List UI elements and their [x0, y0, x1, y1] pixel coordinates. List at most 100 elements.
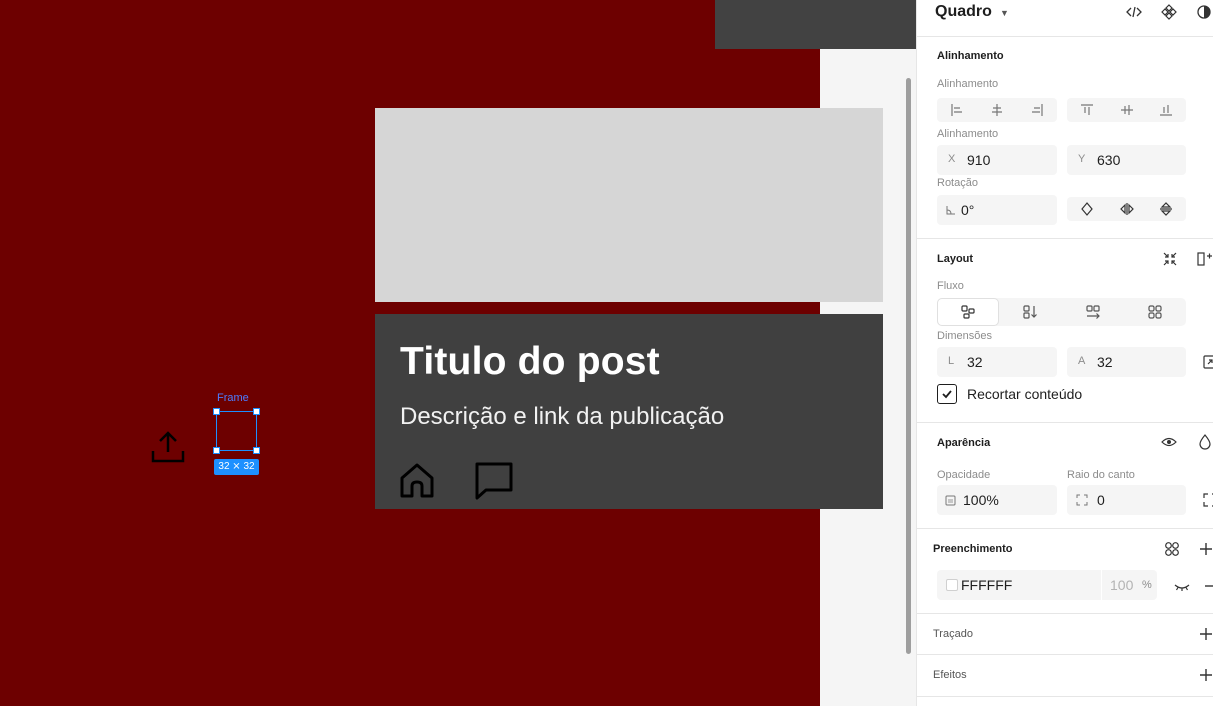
opacity-field[interactable]: 100% [937, 485, 1057, 515]
component-icon[interactable] [1161, 4, 1177, 20]
section-title-effects[interactable]: Efeitos [933, 669, 967, 681]
home-icon[interactable] [397, 460, 437, 500]
flow-vertical-button[interactable] [999, 298, 1061, 326]
eye-closed-icon[interactable] [1174, 578, 1190, 594]
section-title-appearance: Aparência [937, 437, 991, 449]
opacity-icon [945, 495, 956, 506]
flow-selector [937, 298, 1186, 326]
position-label: Alinhamento [937, 128, 999, 140]
collapse-icon[interactable] [1162, 251, 1178, 267]
x-value[interactable]: 910 [967, 152, 990, 168]
dark-block[interactable] [715, 0, 916, 49]
independent-corners-icon[interactable] [1202, 492, 1213, 508]
flow-free-icon [961, 305, 975, 319]
color-swatch[interactable] [946, 579, 958, 591]
canvas-scrollbar[interactable] [906, 78, 911, 654]
flow-horizontal-button[interactable] [1062, 298, 1124, 326]
y-prefix: Y [1078, 153, 1086, 165]
stroke-section: Traçado [917, 615, 1213, 655]
theme-toggle-icon[interactable] [1196, 4, 1212, 20]
appearance-section: Aparência Opacidade Raio do canto 100% 0 [917, 424, 1213, 529]
height-field[interactable]: A 32 [1067, 347, 1186, 377]
add-layout-icon[interactable] [1197, 251, 1213, 267]
image-placeholder[interactable] [375, 108, 883, 302]
width-prefix: L [948, 355, 955, 367]
comment-icon[interactable] [473, 460, 513, 500]
y-position-field[interactable]: Y 630 [1067, 145, 1186, 175]
vertical-align-group [1067, 98, 1186, 122]
align-left-icon[interactable] [937, 98, 977, 122]
panel-header: Quadro ▼ [917, 0, 1213, 37]
x-position-field[interactable]: X 910 [937, 145, 1057, 175]
align-label: Alinhamento [937, 78, 999, 90]
align-top-icon[interactable] [1067, 98, 1107, 122]
size-badge: 32 ⨯ 32 [214, 459, 259, 475]
y-value[interactable]: 630 [1097, 152, 1120, 168]
add-stroke-icon[interactable] [1198, 626, 1213, 642]
flip-vertical-icon[interactable] [1146, 197, 1186, 221]
add-effect-icon[interactable] [1198, 667, 1213, 683]
width-value[interactable]: 32 [967, 354, 983, 370]
resize-handle-bottom-right[interactable] [253, 447, 260, 454]
rotation-label: Rotação [937, 177, 978, 189]
design-panel: Quadro ▼ Alinhamento Alinhamento Alinham… [916, 0, 1213, 706]
flow-grid-button[interactable] [1124, 298, 1186, 326]
resize-icon[interactable] [1202, 354, 1213, 370]
fill-opacity-unit: % [1142, 579, 1152, 591]
checkmark-icon [942, 390, 952, 399]
transform-group [1067, 197, 1186, 221]
corner-radius-icon [1076, 494, 1088, 506]
align-bottom-icon[interactable] [1146, 98, 1186, 122]
code-icon[interactable] [1126, 4, 1142, 20]
rotate-icon[interactable] [1067, 197, 1107, 221]
styles-icon[interactable] [1164, 541, 1180, 557]
align-middle-icon[interactable] [1107, 98, 1147, 122]
flow-vertical-icon [1023, 305, 1037, 319]
effects-section: Efeitos [917, 656, 1213, 697]
frame-label[interactable]: Frame [217, 392, 249, 404]
design-canvas[interactable]: Titulo do post Descrição e link da publi… [0, 0, 916, 706]
section-title-fill: Preenchimento [933, 543, 1013, 555]
opacity-value[interactable]: 100% [963, 492, 999, 508]
flip-horizontal-icon[interactable] [1107, 197, 1147, 221]
flow-label: Fluxo [937, 280, 964, 292]
horizontal-align-group [937, 98, 1057, 122]
fill-section: Preenchimento FFFFFF 100 % [917, 530, 1213, 614]
selected-frame[interactable] [216, 411, 257, 451]
resize-handle-top-left[interactable] [213, 408, 220, 415]
corner-radius-field[interactable]: 0 [1067, 485, 1186, 515]
height-value[interactable]: 32 [1097, 354, 1113, 370]
flow-grid-icon [1148, 305, 1162, 319]
field-divider [1101, 570, 1102, 600]
rotation-value[interactable]: 0° [961, 202, 974, 218]
post-title[interactable]: Titulo do post [400, 340, 660, 384]
clip-content-checkbox[interactable] [937, 384, 957, 404]
flow-horizontal-icon [1086, 305, 1100, 319]
drop-icon[interactable] [1197, 434, 1213, 450]
section-title-alignment: Alinhamento [937, 50, 1004, 62]
width-field[interactable]: L 32 [937, 347, 1057, 377]
height-prefix: A [1078, 355, 1086, 367]
resize-handle-bottom-left[interactable] [213, 447, 220, 454]
post-description[interactable]: Descrição e link da publicação [400, 403, 724, 431]
upload-icon[interactable] [150, 430, 186, 464]
alignment-section: Alinhamento Alinhamento Alinhamento X 91… [917, 38, 1213, 239]
post-card[interactable]: Titulo do post Descrição e link da publi… [375, 314, 883, 509]
fill-hex-value[interactable]: FFFFFF [961, 577, 1012, 593]
panel-title[interactable]: Quadro [935, 3, 992, 21]
flow-free-button[interactable] [937, 298, 999, 326]
resize-handle-top-right[interactable] [253, 408, 260, 415]
align-center-icon[interactable] [977, 98, 1017, 122]
corner-radius-value[interactable]: 0 [1097, 492, 1105, 508]
eye-icon[interactable] [1161, 434, 1177, 450]
section-title-stroke[interactable]: Traçado [933, 628, 973, 640]
add-fill-icon[interactable] [1198, 541, 1213, 557]
clip-content-label[interactable]: Recortar conteúdo [967, 386, 1082, 402]
fill-color-field[interactable]: FFFFFF 100 % [937, 570, 1157, 600]
remove-fill-icon[interactable] [1203, 578, 1213, 594]
corner-radius-label: Raio do canto [1067, 469, 1135, 481]
chevron-down-icon[interactable]: ▼ [1000, 8, 1009, 18]
align-right-icon[interactable] [1017, 98, 1057, 122]
fill-opacity-value[interactable]: 100 [1110, 577, 1133, 593]
rotation-field[interactable]: 0° [937, 195, 1057, 225]
